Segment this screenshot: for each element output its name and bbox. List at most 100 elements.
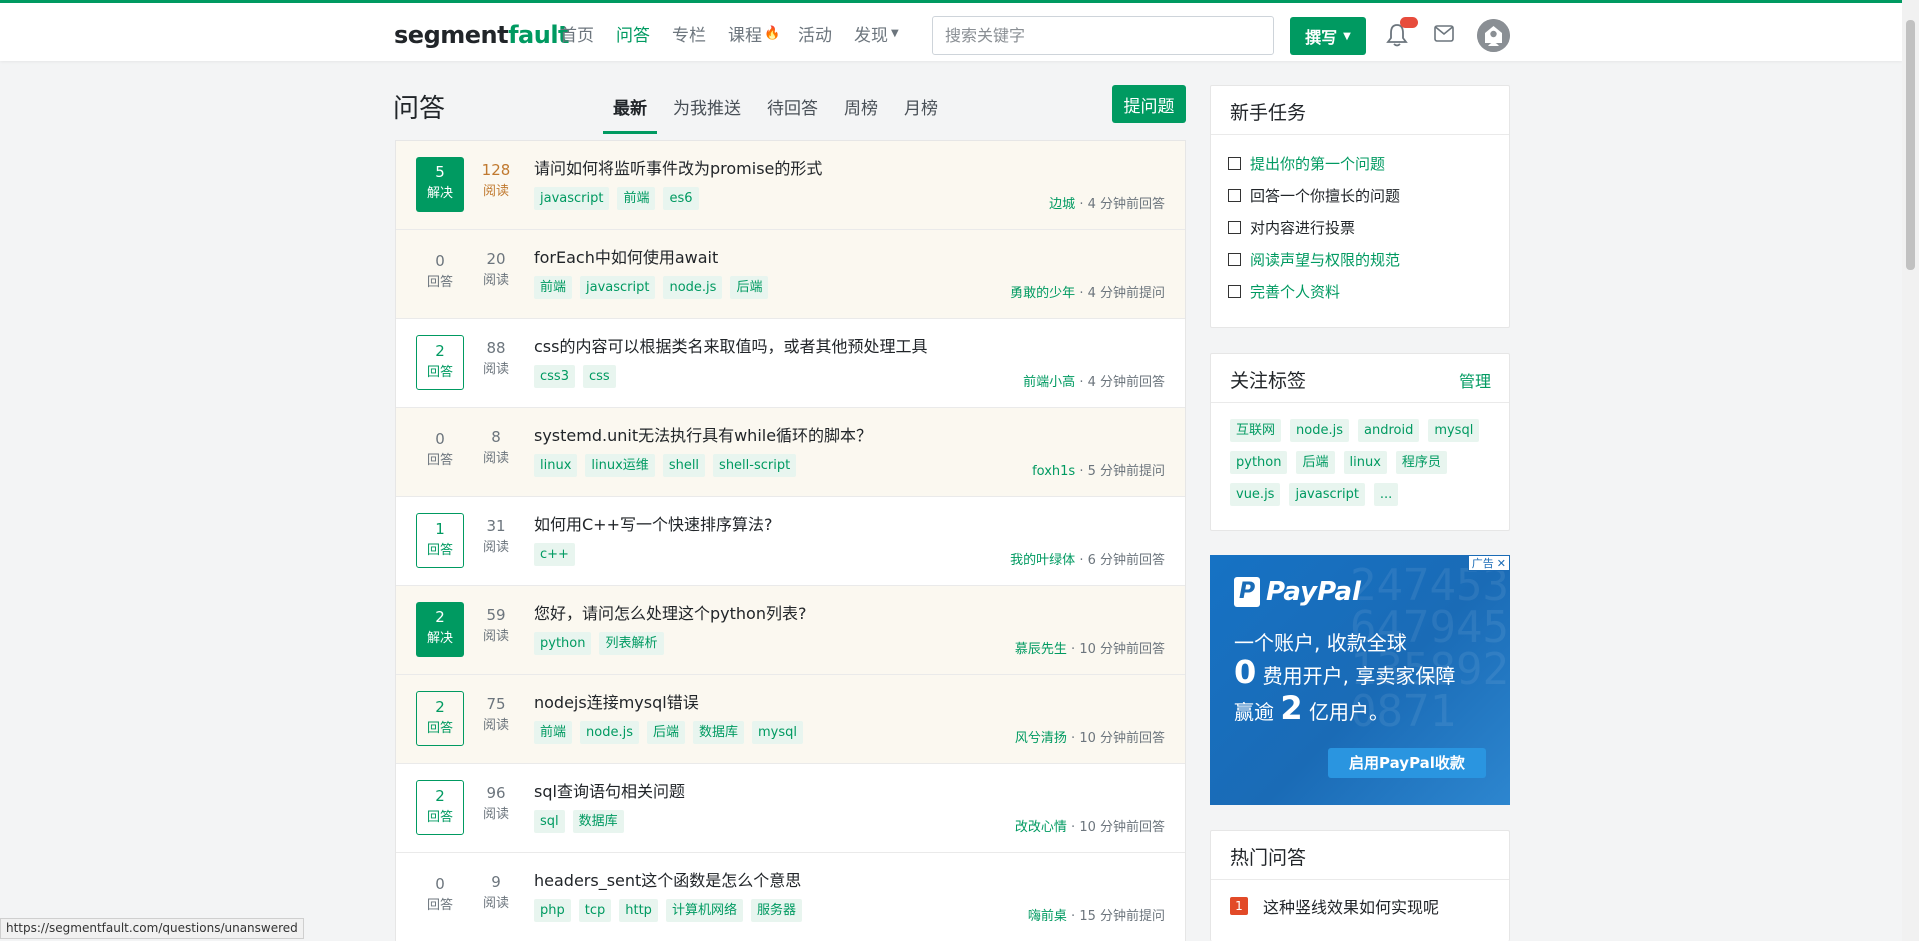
tag[interactable]: 计算机网络 — [665, 899, 743, 922]
question-item[interactable]: 2 回答 75 阅读 nodejs连接mysql错误 前端 node.js 后端 数… — [396, 675, 1185, 764]
tab-monthly[interactable]: 月榜 — [894, 88, 948, 134]
tag[interactable]: mysql — [1428, 419, 1480, 442]
tag[interactable]: php — [534, 899, 571, 922]
question-title[interactable]: 请问如何将监听事件改为promise的形式 — [534, 155, 822, 179]
tag[interactable]: 后端 — [1296, 451, 1335, 474]
question-item[interactable]: 2 回答 88 阅读 css的内容可以根据类名来取值吗，或者其他预处理工具 css3… — [396, 319, 1185, 408]
task-item[interactable]: 提出你的第一个问题 — [1211, 147, 1509, 179]
tag[interactable]: node.js — [663, 276, 723, 299]
notification-button[interactable] — [1386, 17, 1418, 49]
tag[interactable]: 前端 — [617, 187, 656, 210]
question-title[interactable]: css的内容可以根据类名来取值吗，或者其他预处理工具 — [534, 333, 927, 357]
nav-events[interactable]: 活动 — [798, 21, 832, 46]
nav-questions[interactable]: 问答 — [616, 21, 650, 46]
tag[interactable]: javascript — [534, 187, 610, 210]
question-item[interactable]: 2 解决 59 阅读 您好，请问怎么处理这个python列表? python 列表解… — [396, 586, 1185, 675]
tag[interactable]: 互联网 — [1230, 419, 1282, 442]
tag[interactable]: linux — [1343, 451, 1387, 474]
question-time: · 15 分钟前提问 — [1066, 909, 1165, 924]
tag[interactable]: 列表解析 — [599, 632, 664, 655]
nav-home[interactable]: 首页 — [560, 21, 594, 46]
hot-question-item[interactable]: 1 这种竖线效果如何实现呢 — [1211, 880, 1509, 932]
question-item[interactable]: 0 回答 9 阅读 headers_sent这个函数是怎么个意思 php tcp h… — [396, 853, 1185, 941]
nav-courses[interactable]: 课程 🔥 — [728, 21, 780, 46]
checkbox-icon — [1228, 284, 1241, 298]
author-link[interactable]: 风兮清扬 — [1015, 731, 1067, 746]
author-link[interactable]: 嗨前桌 — [1028, 909, 1067, 924]
task-item[interactable]: 阅读声望与权限的规范 — [1211, 243, 1509, 275]
question-item[interactable]: 0 回答 8 阅读 systemd.unit无法执行具有while循环的脚本？ li… — [396, 408, 1185, 497]
question-title[interactable]: nodejs连接mysql错误 — [534, 689, 699, 713]
messages-button[interactable] — [1434, 25, 1456, 45]
task-item[interactable]: 回答一个你擅长的问题 — [1211, 179, 1509, 211]
question-item[interactable]: 1 回答 31 阅读 如何用C++写一个快速排序算法? c++ 我的叶绿体 · 6 … — [396, 497, 1185, 586]
write-button[interactable]: 撰写 ▼ — [1290, 17, 1366, 55]
task-item[interactable]: 对内容进行投票 — [1211, 211, 1509, 243]
ask-question-button[interactable]: 提问题 — [1112, 85, 1186, 123]
logo[interactable]: segmentfault — [394, 21, 570, 49]
tag[interactable]: node.js — [1290, 419, 1349, 442]
tag[interactable]: css3 — [534, 365, 575, 388]
search-input[interactable] — [932, 16, 1274, 55]
tag[interactable]: es6 — [663, 187, 699, 210]
tag[interactable]: http — [619, 899, 658, 922]
author-link[interactable]: 边城 — [1049, 197, 1075, 212]
tag[interactable]: 程序员 — [1395, 451, 1447, 474]
tag[interactable]: c++ — [534, 543, 575, 566]
tag[interactable]: android — [1357, 419, 1420, 442]
question-item[interactable]: 0 回答 20 阅读 forEach中如何使用await 前端 javascript… — [396, 230, 1185, 319]
tag[interactable]: python — [1230, 451, 1288, 474]
tag[interactable]: javascript — [1289, 483, 1365, 506]
manage-link[interactable]: 管理 — [1459, 368, 1491, 392]
tag[interactable]: tcp — [578, 899, 612, 922]
author-link[interactable]: 勇敢的少年 — [1010, 286, 1075, 301]
tag[interactable]: linux运维 — [585, 454, 655, 477]
tag[interactable]: css — [582, 365, 616, 388]
question-title[interactable]: 您好，请问怎么处理这个python列表? — [534, 600, 806, 624]
tag[interactable]: vue.js — [1230, 483, 1281, 506]
tag[interactable]: sql — [534, 810, 565, 833]
tag[interactable]: linux — [534, 454, 578, 477]
page-scrollbar[interactable] — [1902, 0, 1919, 941]
tag[interactable]: javascript — [580, 276, 656, 299]
question-item[interactable]: 5 解决 128 阅读 请问如何将监听事件改为promise的形式 javascri… — [396, 141, 1185, 230]
question-title[interactable]: systemd.unit无法执行具有while循环的脚本？ — [534, 422, 872, 446]
question-title[interactable]: forEach中如何使用await — [534, 244, 718, 268]
tab-weekly[interactable]: 周榜 — [834, 88, 888, 134]
paypal-ad[interactable]: 2474536479451358920871 P PayPal 一个账户, 收款全… — [1210, 555, 1510, 805]
tab-recommended[interactable]: 为我推送 — [663, 88, 751, 134]
close-icon[interactable]: ✕ — [1497, 556, 1506, 570]
tag[interactable]: 数据库 — [693, 721, 745, 744]
tag[interactable]: 前端 — [534, 276, 573, 299]
tag[interactable]: node.js — [580, 721, 639, 744]
ad-number: 0 — [1234, 653, 1257, 691]
author-link[interactable]: 改改心情 — [1015, 820, 1067, 835]
tag[interactable]: 服务器 — [750, 899, 802, 922]
author-link[interactable]: 前端小高 — [1023, 375, 1075, 390]
ad-badge[interactable]: 广告 ✕ — [1467, 555, 1510, 571]
user-avatar[interactable] — [1477, 19, 1510, 52]
question-title[interactable]: sql查询语句相关问题 — [534, 778, 685, 802]
question-title[interactable]: headers_sent这个函数是怎么个意思 — [534, 867, 801, 891]
task-item[interactable]: 完善个人资料 — [1211, 275, 1509, 307]
tag[interactable]: shell — [662, 454, 706, 477]
tag[interactable]: mysql — [752, 721, 804, 744]
tag[interactable]: 后端 — [646, 721, 685, 744]
author-link[interactable]: foxh1s — [1032, 464, 1075, 479]
nav-discover[interactable]: 发现 ▼ — [854, 21, 899, 46]
tag[interactable]: 前端 — [534, 721, 573, 744]
question-item[interactable]: 2 回答 96 阅读 sql查询语句相关问题 sql 数据库 改改心情 · 10 分… — [396, 764, 1185, 853]
tab-unanswered[interactable]: 待回答 — [757, 88, 828, 134]
scrollbar-thumb[interactable] — [1906, 20, 1915, 270]
tag[interactable]: 数据库 — [572, 810, 624, 833]
tag[interactable]: 后端 — [730, 276, 769, 299]
question-title[interactable]: 如何用C++写一个快速排序算法? — [534, 511, 772, 535]
tag[interactable]: python — [534, 632, 592, 655]
author-link[interactable]: 我的叶绿体 — [1010, 553, 1075, 568]
nav-columns[interactable]: 专栏 — [672, 21, 706, 46]
author-link[interactable]: 慕辰先生 — [1015, 642, 1067, 657]
ad-cta-button[interactable]: 启用PayPal收款 — [1328, 748, 1486, 778]
more-tags[interactable]: ... — [1373, 483, 1399, 506]
tag[interactable]: shell-script — [713, 454, 797, 477]
tab-newest[interactable]: 最新 — [603, 88, 657, 134]
